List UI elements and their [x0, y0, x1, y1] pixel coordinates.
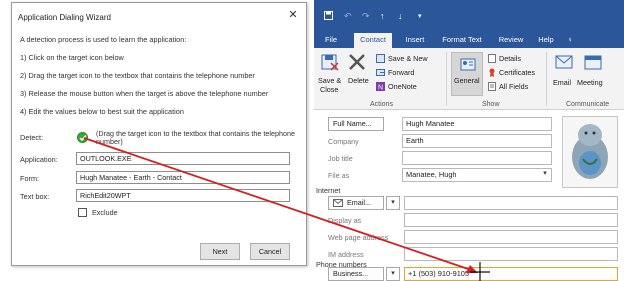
display-as-field[interactable]: [404, 213, 618, 227]
contact-form: Full Name... Hugh Manatee Company Earth …: [314, 110, 624, 281]
job-title-label: Job title: [328, 154, 353, 163]
email-button[interactable]: Email...: [328, 196, 384, 210]
form-label: Form:: [20, 174, 40, 183]
detect-label: Detect:: [20, 133, 44, 142]
general-label[interactable]: General: [454, 76, 480, 85]
next-button[interactable]: Next: [200, 243, 240, 260]
redo-icon[interactable]: ↷: [362, 11, 370, 22]
communicate-group-label: Communicate: [566, 101, 610, 108]
email-field[interactable]: [404, 196, 618, 210]
save-new-button[interactable]: Save & New: [388, 54, 428, 63]
full-name-button[interactable]: Full Name...: [328, 117, 384, 131]
save-close-label[interactable]: Save &: [318, 76, 341, 85]
title-bar: ↶ ↷ ↑ ↓ ▾: [314, 0, 624, 30]
save-new-icon: [376, 54, 385, 65]
chevron-down-icon[interactable]: ▾: [386, 196, 400, 210]
save-close-icon[interactable]: [320, 52, 340, 74]
form-field[interactable]: Hugh Manatee - Earth - Contact: [76, 171, 290, 184]
chevron-down-icon[interactable]: ▾: [386, 267, 400, 281]
ribbon-divider: [546, 52, 547, 106]
web-page-field[interactable]: [404, 230, 618, 244]
file-as-label: File as: [328, 171, 350, 180]
undo-icon[interactable]: ↶: [344, 11, 352, 22]
forward-button[interactable]: Forward: [388, 68, 414, 77]
instruction-step-3: 3) Release the mouse button when the tar…: [20, 89, 269, 98]
business-phone-button[interactable]: Business...: [328, 267, 384, 281]
email-button-label: Email...: [347, 198, 371, 207]
file-as-field[interactable]: Manatee, Hugh: [402, 168, 552, 182]
im-address-field[interactable]: [404, 247, 618, 261]
textbox-field[interactable]: RichEdit20WPT: [76, 189, 290, 202]
close-icon[interactable]: ✕: [286, 8, 300, 22]
email-label[interactable]: Email: [553, 78, 571, 87]
job-title-field[interactable]: [402, 151, 552, 165]
outlook-contact-window: ↶ ↷ ↑ ↓ ▾ File Contact Insert Format Tex…: [314, 0, 624, 281]
delete-icon[interactable]: [348, 53, 366, 73]
ribbon-tabs: File Contact Insert Format Text Review H…: [314, 30, 624, 48]
down-arrow-icon[interactable]: ↓: [398, 11, 403, 21]
details-icon: [488, 54, 496, 65]
tab-help[interactable]: Help: [536, 33, 556, 48]
ribbon: Save & Close Delete Save & New Forward N…: [314, 48, 624, 110]
all-fields-icon: [488, 82, 496, 93]
all-fields-button[interactable]: All Fields: [499, 82, 528, 91]
chevron-down-icon[interactable]: ▾: [538, 168, 552, 182]
details-button[interactable]: Details: [499, 54, 521, 63]
tab-review[interactable]: Review: [496, 33, 526, 48]
contact-photo[interactable]: [562, 116, 618, 188]
certificates-button[interactable]: Certificates: [499, 68, 535, 77]
exclude-checkbox[interactable]: [78, 208, 87, 217]
up-arrow-icon[interactable]: ↑: [380, 11, 385, 21]
forward-icon: [376, 68, 385, 79]
tab-format-text[interactable]: Format Text: [438, 33, 486, 48]
actions-group-label: Actions: [370, 101, 393, 108]
ribbon-divider: [446, 52, 447, 106]
application-field[interactable]: OUTLOOK.EXE: [76, 152, 290, 165]
exclude-label: Exclude: [92, 208, 118, 217]
tab-insert[interactable]: Insert: [402, 33, 428, 48]
save-icon[interactable]: [324, 11, 333, 22]
save-close-label-2[interactable]: Close: [320, 85, 338, 94]
cancel-button[interactable]: Cancel: [250, 243, 290, 260]
im-address-label: IM address: [328, 250, 364, 259]
business-phone-field[interactable]: +1 (503) 910-9105: [404, 267, 618, 281]
application-dialing-wizard: Application Dialing Wizard ✕ A detection…: [11, 2, 307, 266]
delete-label[interactable]: Delete: [348, 76, 369, 85]
detect-hint: (Drag the target icon to the textbox tha…: [96, 129, 295, 146]
tell-me-icon[interactable]: ♀: [564, 33, 576, 48]
full-name-field[interactable]: Hugh Manatee: [402, 117, 552, 131]
svg-text:N: N: [378, 85, 383, 92]
email-contact-icon[interactable]: [555, 54, 573, 72]
application-label: Application:: [20, 155, 58, 164]
textbox-label: Text box:: [20, 192, 50, 201]
onenote-button[interactable]: OneNote: [388, 82, 417, 91]
target-icon[interactable]: [77, 132, 88, 143]
meeting-label[interactable]: Meeting: [577, 78, 603, 87]
onenote-icon: N: [376, 82, 385, 93]
wizard-title: Application Dialing Wizard: [18, 13, 111, 22]
certificates-icon: [488, 68, 496, 79]
instruction-step-2: 2) Drag the target icon to the textbox t…: [20, 71, 255, 80]
general-view-button[interactable]: [451, 52, 483, 96]
display-as-label: Display as: [328, 216, 362, 225]
tab-contact[interactable]: Contact: [354, 33, 392, 48]
company-field[interactable]: Earth: [402, 134, 552, 148]
web-page-label: Web page address: [328, 233, 389, 242]
company-label: Company: [328, 137, 359, 146]
instruction-step-4: 4) Edit the values below to best suit th…: [20, 107, 184, 116]
customize-icon[interactable]: ▾: [418, 12, 422, 20]
internet-section-label: Internet: [316, 186, 341, 195]
instruction-step-1: 1) Click on the target icon below: [20, 53, 124, 62]
tab-file[interactable]: File: [320, 33, 342, 48]
show-group-label: Show: [482, 101, 500, 108]
instruction-intro: A detection process is used to learn the…: [20, 35, 187, 44]
meeting-icon[interactable]: [584, 54, 602, 72]
